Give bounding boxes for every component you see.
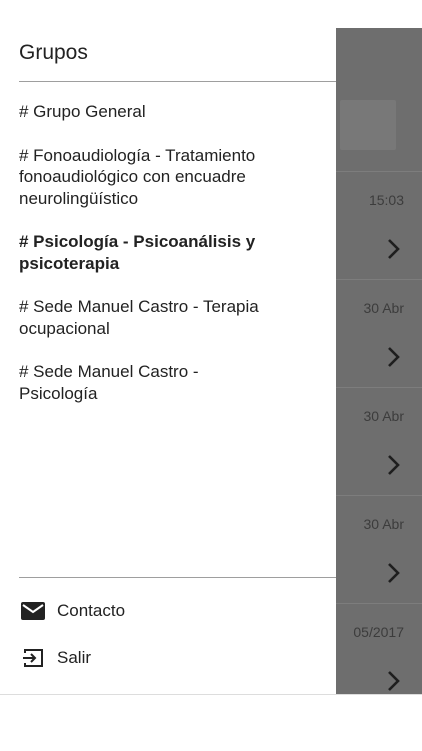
chevron-right-icon [382, 238, 404, 260]
contact-menu-item[interactable]: Contacto [19, 599, 125, 623]
background-list-item[interactable]: 30 Abr [336, 495, 422, 603]
logout-menu-item[interactable]: Salir [19, 646, 91, 670]
bottom-navigation-bar [0, 694, 422, 751]
group-item-general[interactable]: # Grupo General [19, 101, 279, 123]
background-list-item[interactable]: 05/2017 [336, 603, 422, 695]
drawer-title: Grupos [19, 41, 88, 64]
chevron-right-icon [382, 562, 404, 584]
background-item-date: 15:03 [368, 192, 404, 208]
group-item-terapia-ocupacional[interactable]: # Sede Manuel Castro - Terapia ocupacion… [19, 296, 279, 339]
chevron-right-icon [382, 346, 404, 368]
contact-label: Contacto [57, 601, 126, 620]
background-list-item[interactable]: 30 Abr [336, 387, 422, 495]
logout-label: Salir [57, 648, 92, 667]
drawer-divider [19, 81, 336, 82]
group-item-sede-psicologia[interactable]: # Sede Manuel Castro - Psicología [19, 361, 279, 404]
drawer-divider [19, 577, 336, 578]
status-bar-area [0, 0, 422, 28]
background-list-item[interactable]: 15:03 [336, 171, 422, 279]
background-list-item[interactable]: 30 Abr [336, 279, 422, 387]
chevron-right-icon [382, 454, 404, 476]
mail-icon [19, 599, 47, 623]
group-list: # Grupo General # Fonoaudiología - Trata… [19, 101, 279, 426]
background-search-box [340, 100, 396, 150]
group-item-fonoaudiologia[interactable]: # Fonoaudiología - Tratamiento fonoaudio… [19, 145, 279, 210]
group-item-psicologia[interactable]: # Psicología - Psicoanálisis y psicotera… [19, 231, 279, 274]
background-item-date: 30 Abr [363, 408, 404, 424]
background-item-date: 30 Abr [363, 300, 404, 316]
background-item-date: 05/2017 [353, 624, 404, 640]
chevron-right-icon [382, 670, 404, 692]
background-item-date: 30 Abr [363, 516, 404, 532]
navigation-drawer: Grupos # Grupo General # Fonoaudiología … [0, 28, 336, 694]
logout-icon [19, 646, 47, 670]
